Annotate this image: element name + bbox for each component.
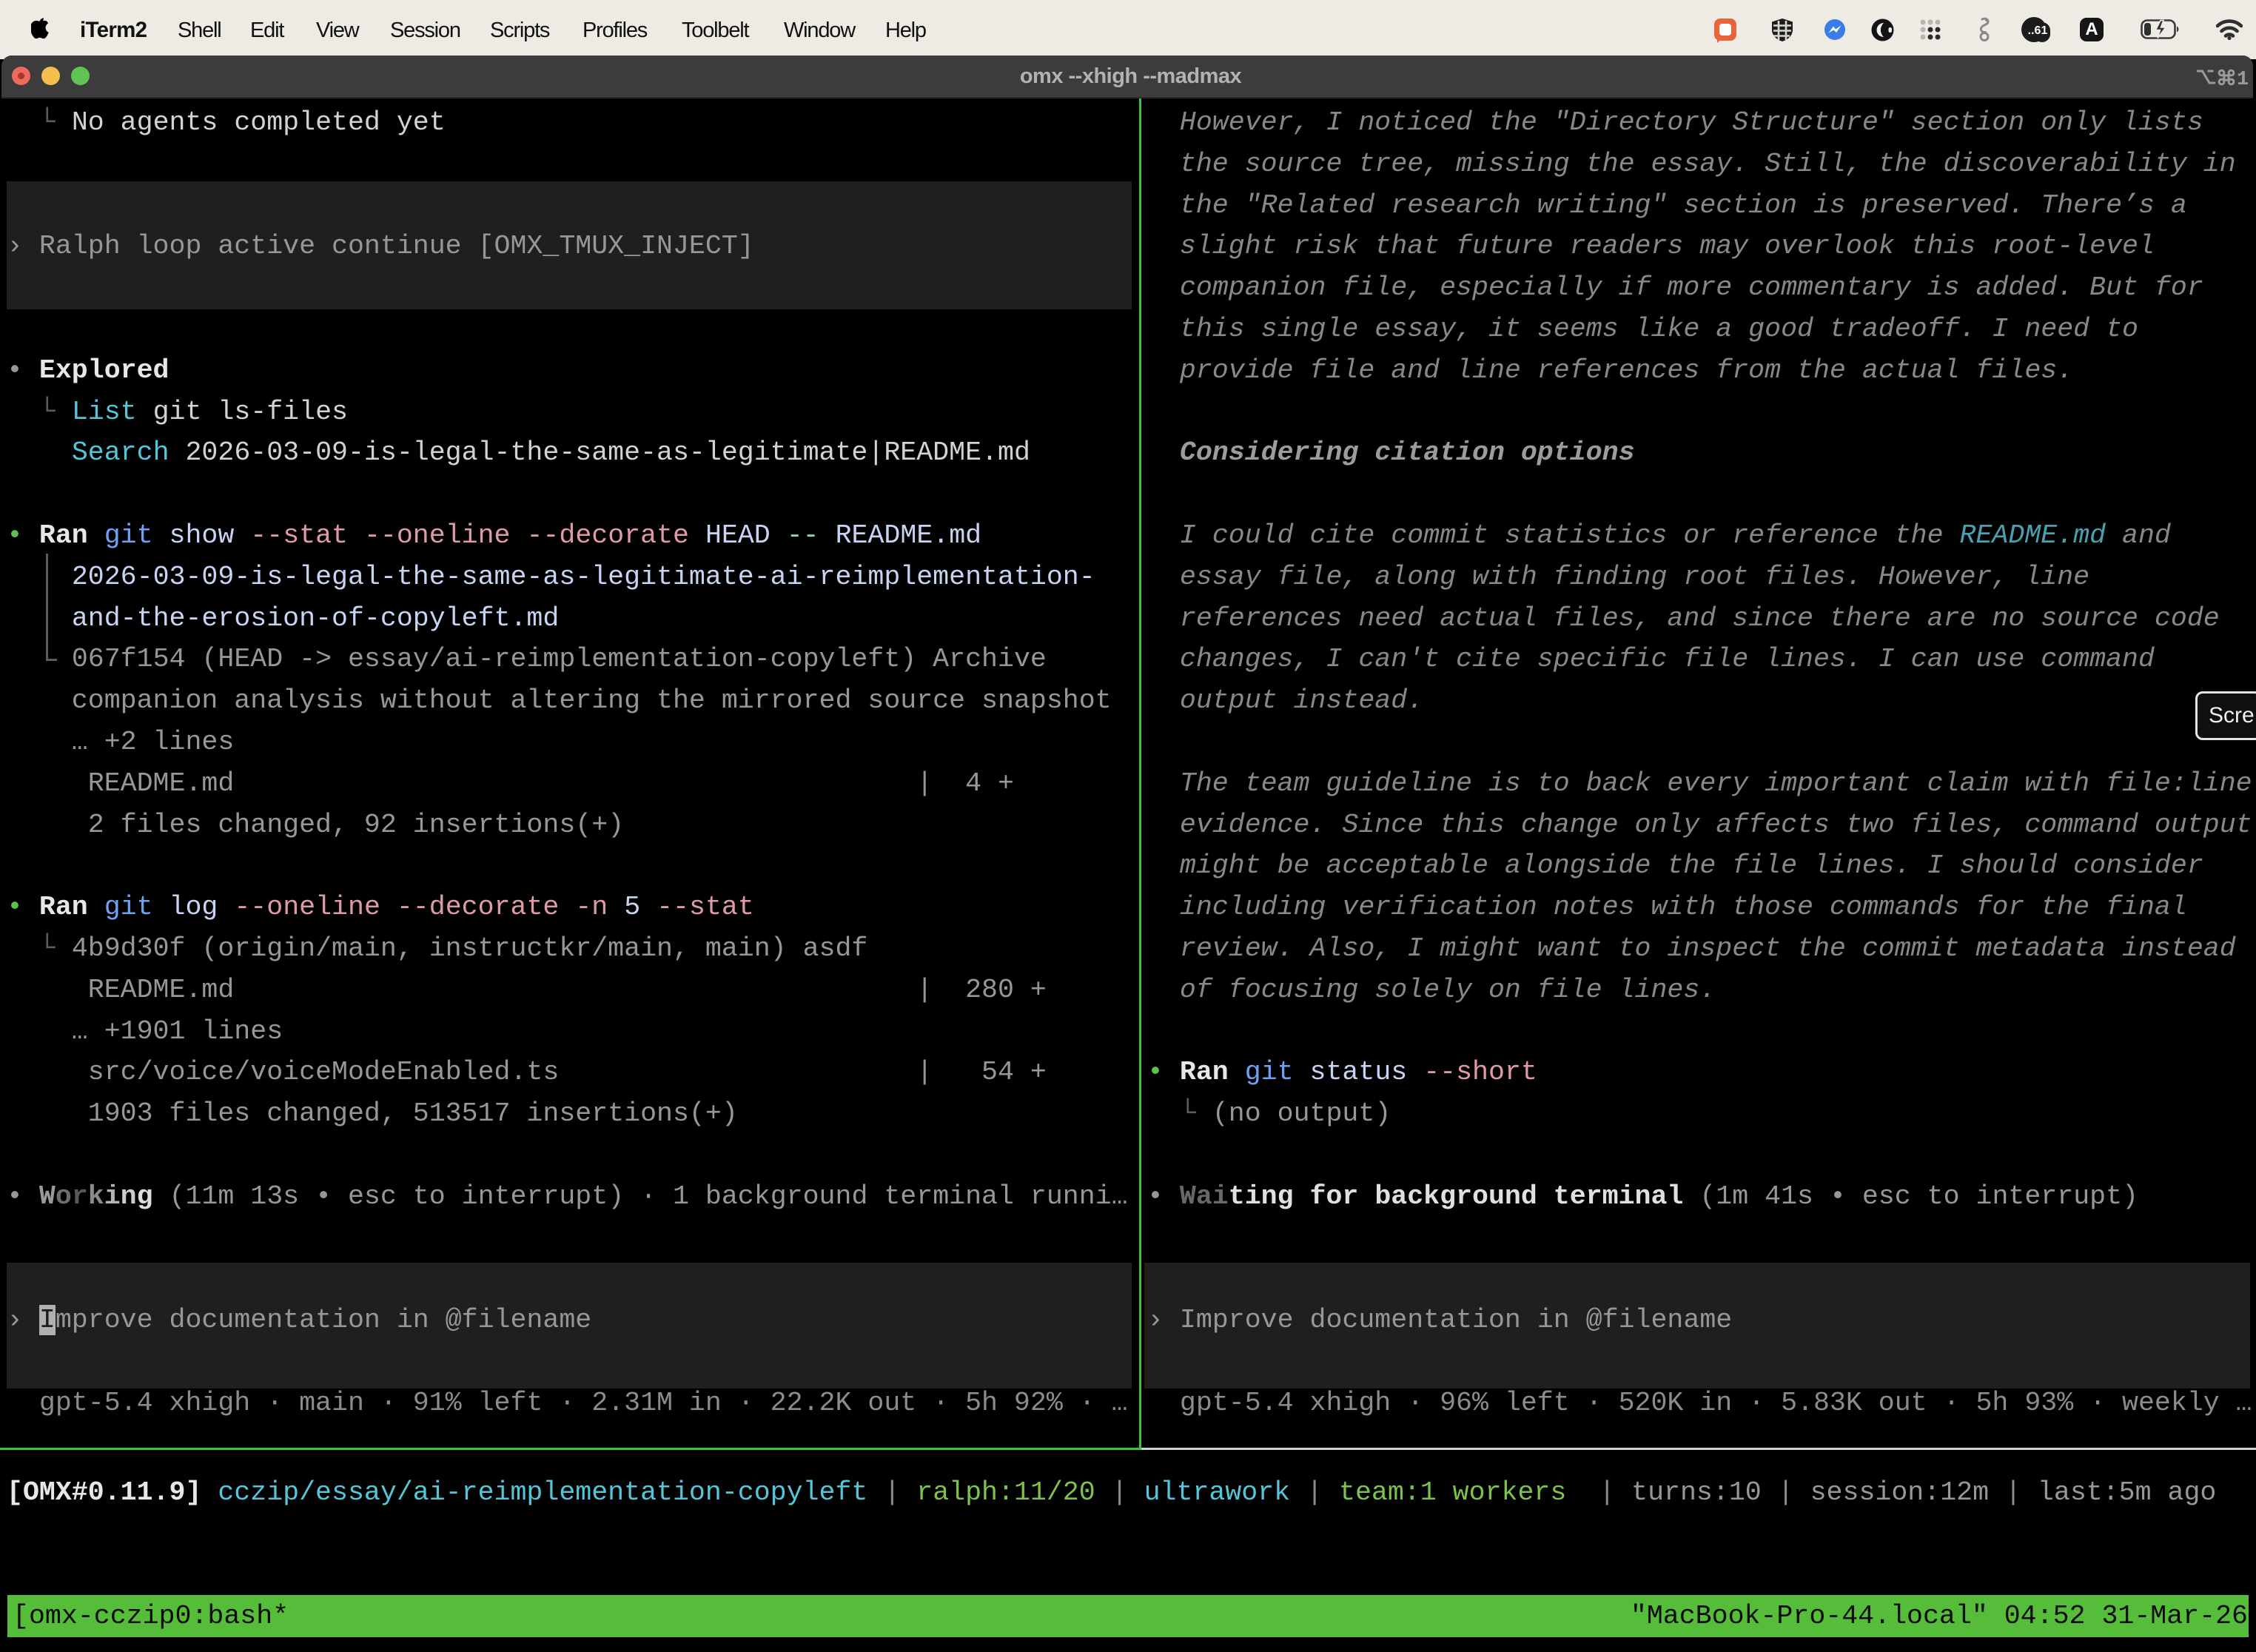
svg-text:1: 1 <box>2237 69 2248 87</box>
